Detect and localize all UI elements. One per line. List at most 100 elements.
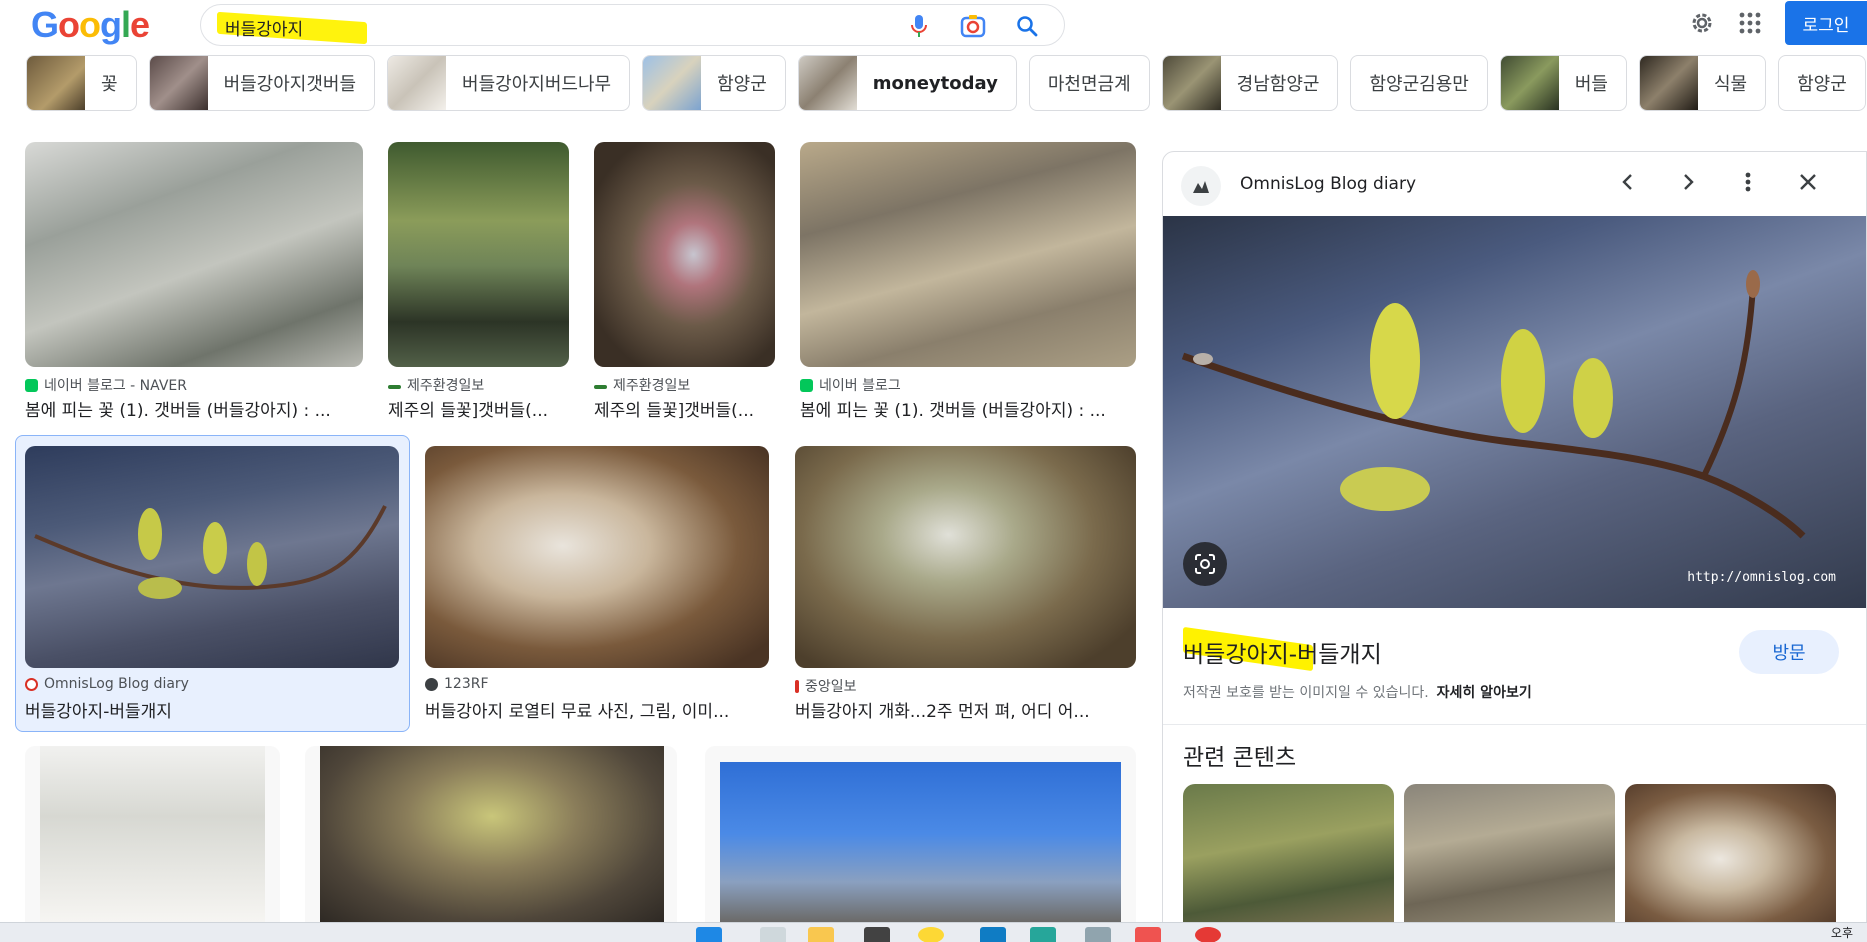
result-title[interactable]: 제주의 들꽃]갯버들(... <box>388 396 568 421</box>
result-title[interactable]: 봄에 피는 꽃 (1). 갯버들 (버들강아지) : ... <box>25 396 365 421</box>
result-source-label: OmnisLog Blog diary <box>44 676 189 692</box>
chip[interactable]: 식물 <box>1638 55 1767 111</box>
google-lens-icon[interactable] <box>1183 542 1227 586</box>
result-source[interactable]: 제주환경일보 <box>594 375 690 395</box>
taskbar-app-icon[interactable] <box>918 927 944 942</box>
chevron-left-icon[interactable] <box>1612 166 1644 198</box>
folder-icon[interactable] <box>808 927 834 942</box>
search-input[interactable]: 버들강아지 <box>225 15 303 40</box>
microphone-icon[interactable] <box>906 13 932 39</box>
chip[interactable]: 함양군 <box>642 55 786 111</box>
visit-button[interactable]: 방문 <box>1739 630 1839 674</box>
chip-label: 함양군김용만 <box>1369 74 1469 95</box>
chip[interactable]: 함양군김용만 <box>1350 55 1488 111</box>
chevron-right-icon[interactable] <box>1672 166 1704 198</box>
settings-gear-icon[interactable] <box>1689 10 1715 36</box>
taskbar-app-icon[interactable] <box>1085 927 1111 942</box>
chip-thumbnail <box>1500 56 1559 110</box>
chip[interactable]: 함양군 <box>1778 55 1866 111</box>
login-button[interactable]: 로그인 <box>1785 1 1867 45</box>
result-title[interactable]: 봄에 피는 꽃 (1). 갯버들 (버들강아지) : ... <box>800 396 1136 421</box>
edge-browser-icon[interactable] <box>980 927 1006 942</box>
result-source-label: 네이버 블로그 - NAVER <box>44 378 187 394</box>
panel-site-name[interactable]: OmnisLog Blog diary <box>1240 174 1416 194</box>
panel-title[interactable]: 버들강아지-버들개지 <box>1183 635 1382 669</box>
jeju-env-favicon <box>388 385 401 389</box>
chip-thumbnail <box>388 56 447 110</box>
chip-label: 마천면금계 <box>1047 74 1131 95</box>
related-image[interactable] <box>1183 784 1394 930</box>
chip[interactable]: 마천면금계 <box>1028 55 1150 111</box>
taskbar-app-icon[interactable] <box>864 927 890 942</box>
naver-blog-favicon <box>800 378 813 392</box>
taskbar-app-icon[interactable] <box>1135 927 1161 942</box>
related-image[interactable] <box>1404 784 1615 930</box>
result-image[interactable] <box>800 142 1136 367</box>
site-favicon <box>1181 166 1221 206</box>
chip-label: 식물 <box>1713 74 1748 95</box>
preview-image[interactable] <box>1163 216 1866 608</box>
joongang-favicon <box>795 679 799 693</box>
chip-thumbnail <box>27 56 85 110</box>
chip-thumbnail <box>798 56 857 110</box>
result-image[interactable] <box>720 762 1121 922</box>
chrome-browser-icon[interactable] <box>1195 927 1221 942</box>
chip-thumbnail <box>1162 56 1221 110</box>
close-icon[interactable] <box>1792 166 1824 198</box>
result-image[interactable] <box>425 446 769 668</box>
result-source[interactable]: 제주환경일보 <box>388 375 484 395</box>
result-image[interactable] <box>388 142 569 367</box>
result-title[interactable]: 버들강아지-버들개지 <box>25 697 399 722</box>
chip[interactable]: moneytoday <box>797 55 1017 111</box>
more-vert-icon[interactable] <box>1732 166 1764 198</box>
chip-thumbnail <box>1639 56 1698 110</box>
chip-label: 꽃 <box>101 74 118 95</box>
result-image[interactable] <box>320 746 664 922</box>
camera-lens-icon[interactable] <box>960 13 986 39</box>
result-source[interactable]: OmnisLog Blog diary <box>25 676 189 692</box>
search-box[interactable]: 버들강아지 <box>200 4 1065 46</box>
result-image[interactable] <box>40 746 265 922</box>
copyright-text: 저작권 보호를 받는 이미지일 수 있습니다. <box>1183 685 1429 701</box>
chip-label: 버들강아지버드나무 <box>462 74 612 95</box>
result-source[interactable]: 123RF <box>425 676 489 692</box>
search-icon[interactable] <box>1014 13 1040 39</box>
result-image[interactable] <box>25 142 363 367</box>
related-search-chips: 꽃 버들강아지갯버들 버들강아지버드나무 함양군 moneytoday 마천면금… <box>26 55 1867 111</box>
chip[interactable]: 버들 <box>1499 55 1627 111</box>
chip-thumbnail <box>149 56 208 110</box>
chip[interactable]: 꽃 <box>26 55 137 111</box>
logo-letter: o <box>79 4 101 45</box>
result-source-label: 네이버 블로그 <box>819 378 901 394</box>
branch-illustration <box>34 505 387 599</box>
result-source-label: 제주환경일보 <box>407 378 485 394</box>
naver-blog-favicon <box>25 378 38 392</box>
windows-start-icon[interactable] <box>696 927 722 942</box>
result-title[interactable]: 버들강아지 로열티 무료 사진, 그림, 이미... <box>425 697 769 722</box>
chip-label: 경남함양군 <box>1236 74 1320 95</box>
chip[interactable]: 버들강아지갯버들 <box>148 55 376 111</box>
learn-more-link[interactable]: 자세히 알아보기 <box>1437 685 1532 701</box>
logo-letter: e <box>130 4 150 45</box>
result-image[interactable] <box>795 446 1136 668</box>
omnislog-favicon <box>25 677 38 691</box>
result-source[interactable]: 중앙일보 <box>795 676 857 696</box>
taskbar-app-icon[interactable] <box>760 927 786 942</box>
result-title[interactable]: 버들강아지 개화...2주 먼저 펴, 어디 어... <box>795 697 1136 722</box>
chip[interactable]: 버들강아지버드나무 <box>387 55 631 111</box>
chip-label: 버들강아지갯버들 <box>223 74 357 95</box>
taskbar-app-icon[interactable] <box>1030 927 1056 942</box>
result-image[interactable] <box>594 142 775 367</box>
chip[interactable]: 경남함양군 <box>1161 55 1339 111</box>
result-title[interactable]: 제주의 들꽃]갯버들(... <box>594 396 774 421</box>
result-source[interactable]: 네이버 블로그 - NAVER <box>25 375 187 395</box>
image-preview-panel: OmnisLog Blog diary http://omnislog.com … <box>1162 151 1867 931</box>
chip-label: moneytoday <box>872 72 998 94</box>
result-source-label: 중앙일보 <box>805 679 857 695</box>
chip-label: 함양군 <box>1797 74 1847 95</box>
result-source[interactable]: 네이버 블로그 <box>800 375 901 395</box>
related-image[interactable] <box>1625 784 1836 930</box>
apps-grid-icon[interactable] <box>1737 10 1763 36</box>
result-image-selected[interactable] <box>25 446 399 668</box>
google-logo[interactable]: Google <box>31 4 150 46</box>
